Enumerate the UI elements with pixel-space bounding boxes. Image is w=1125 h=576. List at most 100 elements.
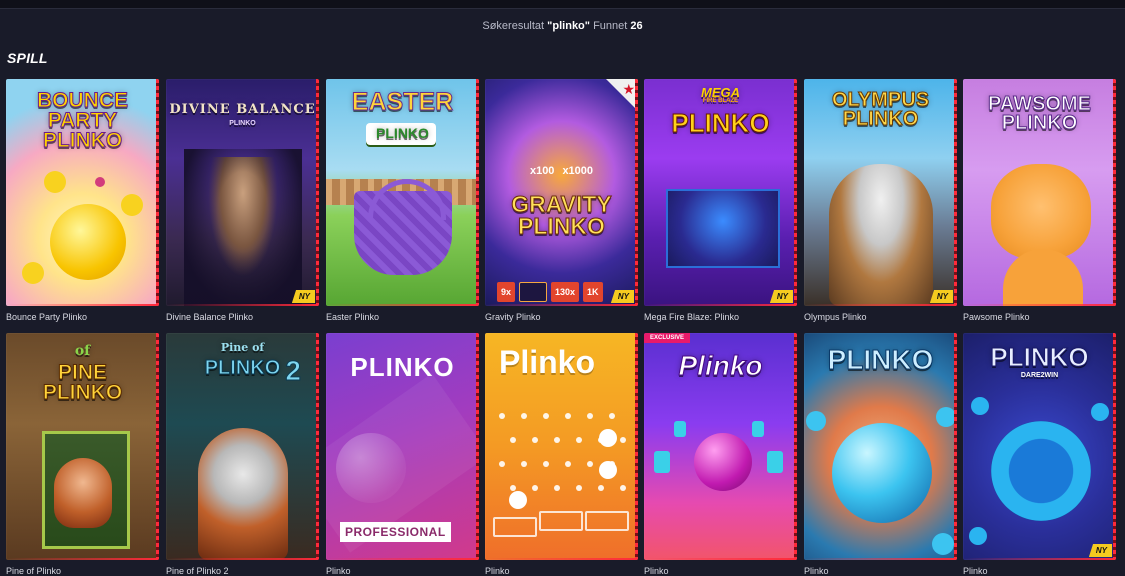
- game-tile-olympus-plinko[interactable]: OLYMPUS PLINKO NY Olympus Plinko: [804, 79, 957, 322]
- game-thumbnail[interactable]: PAWSOME PLINKO: [963, 79, 1116, 306]
- game-logo: GRAVITY PLINKO: [511, 191, 613, 239]
- game-title[interactable]: Mega Fire Blaze: Plinko: [644, 312, 797, 322]
- peg-dot: [543, 461, 549, 467]
- game-title[interactable]: Olympus Plinko: [804, 312, 957, 322]
- ball-graphic: [599, 461, 617, 479]
- peg-graphic: [674, 421, 686, 437]
- peg-dot: [620, 437, 626, 443]
- game-thumbnail[interactable]: PLINKO DARE2WIN NY: [963, 333, 1116, 560]
- game-title[interactable]: Plinko: [485, 566, 638, 576]
- section-title: SPILL: [7, 50, 48, 66]
- game-thumbnail[interactable]: DIVINE BALANCE PLINKO NY: [166, 79, 319, 306]
- search-query: "plinko": [547, 20, 590, 32]
- game-thumbnail[interactable]: Plinko: [485, 333, 638, 560]
- game-title[interactable]: Divine Balance Plinko: [166, 312, 319, 322]
- results-prefix: Søkeresultat: [482, 20, 545, 32]
- peg-dot: [554, 437, 560, 443]
- game-tile-plinko-exclusive[interactable]: EXCLUSIVE Plinko Plinko: [644, 333, 797, 576]
- game-tile-plinko-dare2win[interactable]: PLINKO DARE2WIN NY Plinko: [963, 333, 1116, 576]
- game-thumbnail[interactable]: EASTER PLINKO: [326, 79, 479, 306]
- game-thumbnail[interactable]: PLINKO: [804, 333, 957, 560]
- game-thumbnail[interactable]: EXCLUSIVE Plinko: [644, 333, 797, 560]
- tile-edge-decoration: [963, 304, 1116, 306]
- small-ball-graphic: [95, 177, 105, 187]
- tile-edge-decoration: [316, 79, 319, 306]
- ball-graphic: [991, 421, 1091, 521]
- game-tile-pawsome-plinko[interactable]: PAWSOME PLINKO Pawsome Plinko: [963, 79, 1116, 322]
- tile-edge-decoration: [316, 333, 319, 560]
- top-header-strip: [0, 0, 1125, 9]
- game-tile-mega-fire-blaze-plinko[interactable]: MEGA FIRE BLAZE PLINKO NY Mega Fire Blaz…: [644, 79, 797, 322]
- multiplier-slot: [519, 282, 548, 302]
- score-slot: [539, 511, 583, 531]
- peg-dot: [532, 485, 538, 491]
- game-logo: PINE PLINKO: [42, 361, 123, 404]
- peg-dot: [609, 413, 615, 419]
- game-tile-plinko-classic[interactable]: Plinko Plinko: [485, 333, 638, 576]
- game-sublogo: of: [74, 343, 91, 359]
- game-thumbnail[interactable]: BOUNCE PARTY PLINKO: [6, 79, 159, 306]
- small-ball-graphic: [121, 194, 143, 216]
- small-ball-graphic: [969, 527, 987, 545]
- peg-dot: [587, 461, 593, 467]
- ball-graphic: [336, 433, 406, 503]
- ball-graphic: [599, 429, 617, 447]
- tile-edge-decoration: [794, 333, 797, 560]
- game-thumbnail[interactable]: of PINE PLINKO: [6, 333, 159, 560]
- multiplier-slot: 130x: [551, 282, 580, 302]
- tile-edge-decoration: [1113, 333, 1116, 560]
- game-logo: PLINKO: [990, 342, 1089, 372]
- game-tile-plinko-blue[interactable]: PLINKO Plinko: [804, 333, 957, 576]
- game-logo: EASTER: [351, 88, 454, 116]
- peg-graphic: [767, 451, 783, 473]
- game-thumbnail[interactable]: Pine of PLINKO 2: [166, 333, 319, 560]
- game-logo: PLINKO: [671, 108, 770, 138]
- game-title[interactable]: Plinko: [644, 566, 797, 576]
- new-badge: NY: [929, 290, 953, 303]
- peg-dot: [521, 413, 527, 419]
- peg-dot: [499, 461, 505, 467]
- peg-dot: [587, 413, 593, 419]
- game-title[interactable]: Easter Plinko: [326, 312, 479, 322]
- tile-edge-decoration: [804, 304, 957, 306]
- game-title[interactable]: Plinko: [963, 566, 1116, 576]
- game-title[interactable]: Pine of Plinko 2: [166, 566, 319, 576]
- game-tile-pine-of-plinko[interactable]: of PINE PLINKO Pine of Plinko: [6, 333, 159, 576]
- game-tile-easter-plinko[interactable]: EASTER PLINKO Easter Plinko: [326, 79, 479, 322]
- game-tile-pine-of-plinko-2[interactable]: Pine of PLINKO 2 Pine of Plinko 2: [166, 333, 319, 576]
- tile-edge-decoration: [954, 333, 957, 560]
- game-title[interactable]: Plinko: [804, 566, 957, 576]
- tile-edge-decoration: [644, 558, 797, 560]
- multiplier-slot: 9x: [497, 282, 516, 302]
- game-tile-plinko-professional[interactable]: PLINKO PROFESSIONAL Plinko: [326, 333, 479, 576]
- game-title[interactable]: Pine of Plinko: [6, 566, 159, 576]
- tile-edge-decoration: [476, 79, 479, 306]
- cat-body-graphic: [1003, 249, 1083, 306]
- peg-dot: [499, 413, 505, 419]
- game-title[interactable]: Pawsome Plinko: [963, 312, 1116, 322]
- game-tile-divine-balance-plinko[interactable]: DIVINE BALANCE PLINKO NY Divine Balance …: [166, 79, 319, 322]
- peg-dot: [510, 437, 516, 443]
- game-title[interactable]: Plinko: [326, 566, 479, 576]
- game-title[interactable]: Gravity Plinko: [485, 312, 638, 322]
- tile-edge-decoration: [1113, 79, 1116, 306]
- game-thumbnail[interactable]: ★ x100 x1000 GRAVITY PLINKO 9x 130x 1K N…: [485, 79, 638, 306]
- game-tile-bounce-party-plinko[interactable]: BOUNCE PARTY PLINKO Bounce Party Plinko: [6, 79, 159, 322]
- score-slot: [585, 511, 629, 531]
- game-title[interactable]: Bounce Party Plinko: [6, 312, 159, 322]
- game-logo: DIVINE BALANCE: [169, 102, 316, 117]
- game-logo: PAWSOME PLINKO: [988, 93, 1092, 134]
- gnome-figure-graphic: [54, 458, 112, 528]
- small-ball-graphic: [932, 533, 954, 555]
- peg-dot: [598, 485, 604, 491]
- tile-edge-decoration: [635, 333, 638, 560]
- tile-edge-decoration: [326, 558, 479, 560]
- tile-edge-decoration: [635, 79, 638, 306]
- game-thumbnail[interactable]: MEGA FIRE BLAZE PLINKO NY: [644, 79, 797, 306]
- tile-edge-decoration: [326, 304, 479, 306]
- favorite-star-icon[interactable]: ★: [606, 79, 638, 111]
- game-thumbnail[interactable]: PLINKO PROFESSIONAL: [326, 333, 479, 560]
- game-tile-gravity-plinko[interactable]: ★ x100 x1000 GRAVITY PLINKO 9x 130x 1K N…: [485, 79, 638, 322]
- game-thumbnail[interactable]: OLYMPUS PLINKO NY: [804, 79, 957, 306]
- game-sublogo: DARE2WIN: [1020, 372, 1059, 379]
